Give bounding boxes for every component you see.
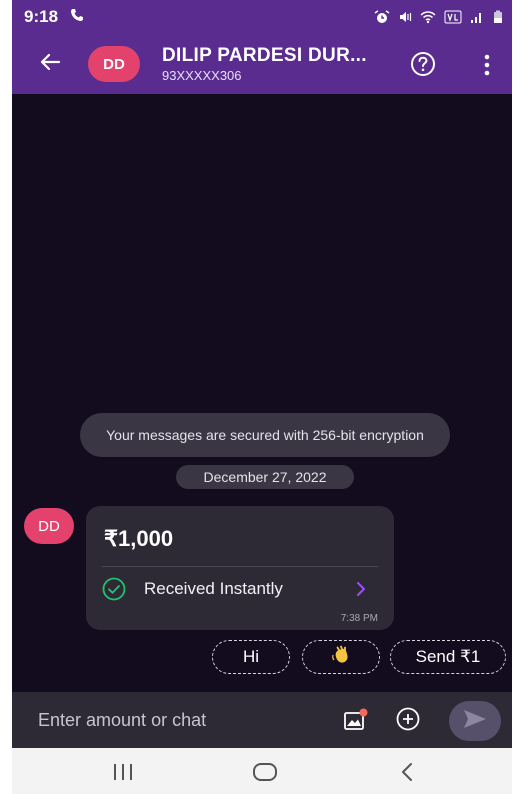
quick-reply-wave[interactable] <box>302 640 380 674</box>
vertical-dots-icon <box>478 54 496 82</box>
check-circle-icon <box>102 577 126 601</box>
payment-amount: ₹1,000 <box>104 526 174 551</box>
phone-screen: 9:18 DD DILIP PARDESI DUR... 93XXXXX306 … <box>12 0 512 794</box>
more-options-button[interactable] <box>478 52 496 78</box>
mute-icon <box>398 10 412 24</box>
payment-status-text: Received Instantly <box>144 579 283 598</box>
status-time: 9:18 <box>24 7 59 26</box>
contact-phone: 93XXXXX306 <box>162 68 242 83</box>
contact-avatar[interactable]: DD <box>88 46 140 82</box>
alarm-icon <box>374 10 390 24</box>
payment-status-row[interactable]: Received Instantly <box>102 573 378 605</box>
home-icon <box>252 763 278 786</box>
quick-reply-hi[interactable]: Hi <box>212 640 290 674</box>
chevron-right-icon <box>354 581 368 597</box>
chat-input[interactable] <box>24 700 324 740</box>
quick-reply-send-one[interactable]: Send ₹1 <box>390 640 506 674</box>
card-divider <box>102 566 378 567</box>
question-circle-icon <box>410 52 436 81</box>
signal-icon <box>470 10 484 24</box>
home-button[interactable] <box>252 762 278 782</box>
back-icon <box>395 763 421 786</box>
chat-input-bar <box>12 692 512 748</box>
system-nav-bar <box>12 748 512 794</box>
system-back-button[interactable] <box>395 762 421 782</box>
phone-call-icon <box>70 8 84 27</box>
help-button[interactable] <box>410 51 436 77</box>
payment-message-card[interactable]: ₹1,000 Received Instantly 7:38 PM <box>86 506 394 630</box>
waving-hand-icon <box>331 645 351 670</box>
wifi-icon <box>420 10 436 24</box>
volte-icon <box>444 10 462 24</box>
gallery-button[interactable] <box>342 706 370 734</box>
recent-apps-icon <box>110 764 136 786</box>
sender-avatar[interactable]: DD <box>24 508 74 544</box>
contact-info[interactable]: DILIP PARDESI DUR... 93XXXXX306 <box>162 45 367 83</box>
battery-icon <box>492 10 504 24</box>
encryption-notice: Your messages are secured with 256-bit e… <box>80 413 450 457</box>
image-gallery-icon <box>342 708 370 738</box>
arrow-left-icon <box>38 50 62 79</box>
back-button[interactable] <box>12 34 88 94</box>
status-bar: 9:18 <box>12 0 512 34</box>
chat-messages-area[interactable]: Your messages are secured with 256-bit e… <box>12 94 512 692</box>
recent-apps-button[interactable] <box>110 762 136 782</box>
message-time: 7:38 PM <box>340 613 378 624</box>
plus-circle-icon <box>395 707 421 736</box>
chat-header: DD DILIP PARDESI DUR... 93XXXXX306 <box>12 34 512 94</box>
send-arrow-icon <box>462 708 488 735</box>
send-button[interactable] <box>449 701 501 741</box>
contact-name: DILIP PARDESI DUR... <box>162 45 367 66</box>
date-separator: December 27, 2022 <box>176 465 354 489</box>
add-attachment-button[interactable] <box>395 706 421 732</box>
